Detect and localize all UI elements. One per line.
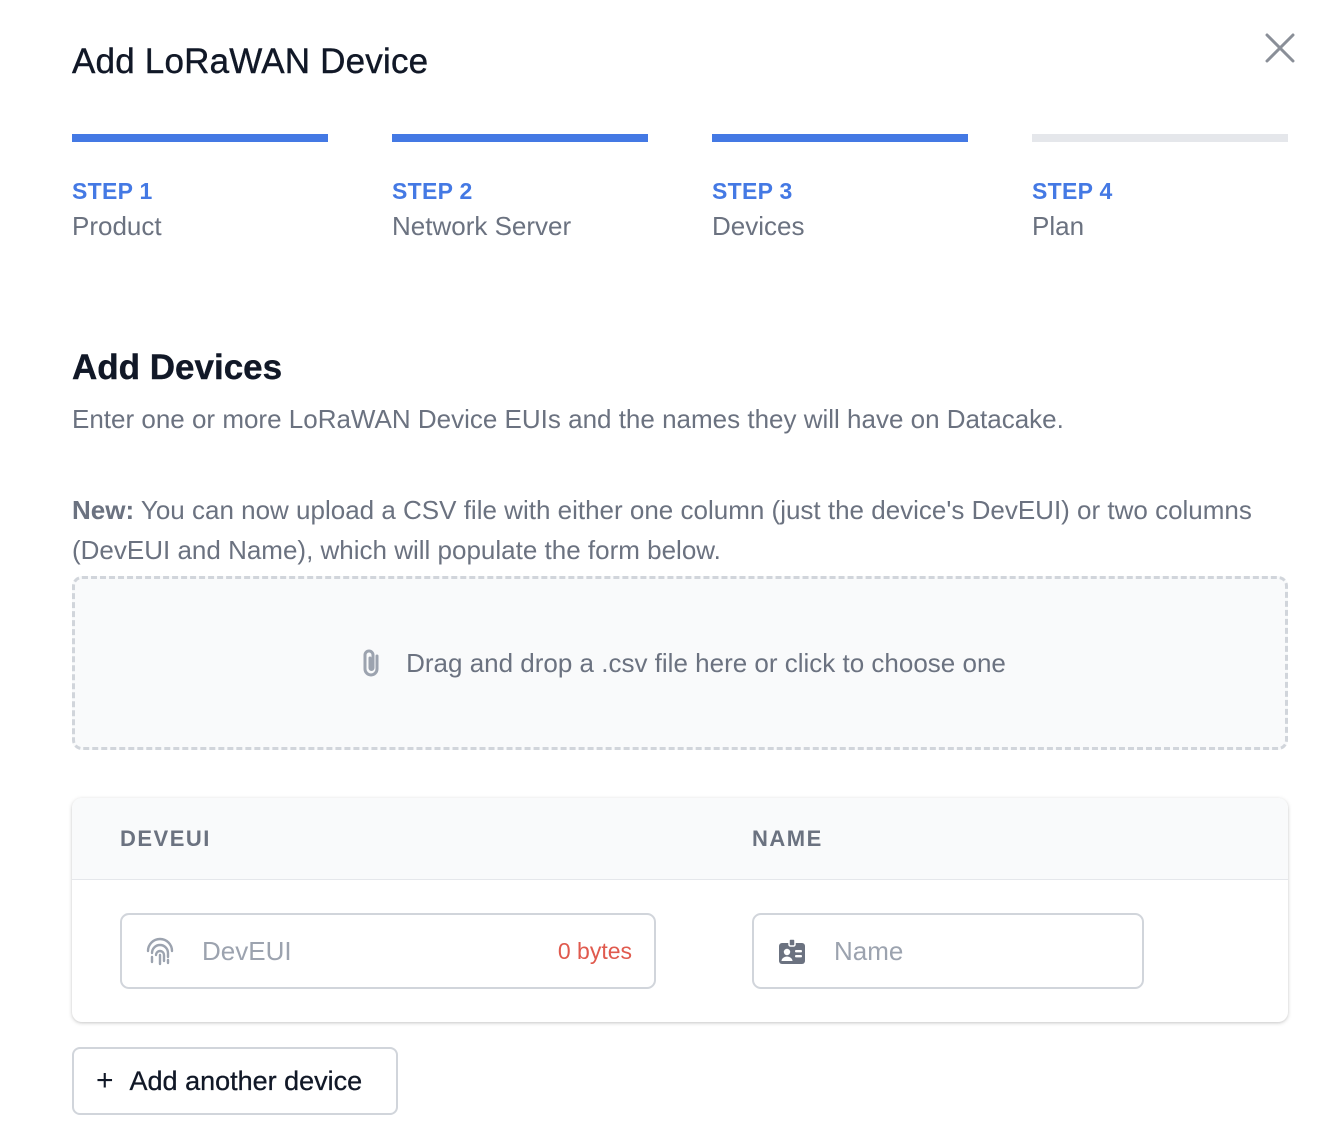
step-number: STEP 4 (1032, 178, 1113, 204)
id-badge-icon (779, 938, 805, 964)
step-number: STEP 1 (72, 178, 153, 204)
modal-title: Add LoRaWAN Device (72, 42, 429, 81)
step-devices[interactable]: STEP 3 Devices (712, 134, 968, 242)
column-header-name: NAME (752, 826, 823, 851)
add-device-modal: Add LoRaWAN Device STEP 1 Product STEP 2… (0, 0, 1331, 1126)
csv-dropzone[interactable]: Drag and drop a .csv file here or click … (72, 576, 1288, 750)
step-number: STEP 2 (392, 178, 473, 204)
table-header: DEVEUI NAME (72, 798, 1288, 880)
deveui-field[interactable]: 0 bytes (120, 913, 656, 989)
paperclip-icon (363, 649, 379, 677)
deveui-input[interactable] (202, 915, 542, 987)
stepper: STEP 1 Product STEP 2 Network Server STE… (72, 134, 1288, 254)
fingerprint-icon (146, 937, 174, 966)
note-label: New: (72, 495, 135, 525)
device-table: DEVEUI NAME 0 bytes (72, 798, 1288, 1022)
plus-icon: + (96, 1064, 114, 1097)
step-progress-bar (712, 134, 968, 142)
step-product[interactable]: STEP 1 Product (72, 134, 328, 242)
byte-count: 0 bytes (557, 938, 632, 964)
step-progress-bar (72, 134, 328, 142)
step-number: STEP 3 (712, 178, 793, 204)
add-button-label: Add another device (129, 1065, 363, 1096)
name-input[interactable] (834, 915, 1124, 987)
section-description: Enter one or more LoRaWAN Device EUIs an… (72, 404, 1064, 434)
close-button[interactable] (1258, 26, 1302, 70)
csv-upload-note: New: You can now upload a CSV file with … (72, 490, 1272, 570)
step-plan[interactable]: STEP 4 Plan (1032, 134, 1288, 242)
close-icon (1265, 33, 1295, 63)
dropzone-text: Drag and drop a .csv file here or click … (406, 647, 1006, 678)
column-header-deveui: DEVEUI (120, 826, 211, 851)
step-progress-bar (1032, 134, 1288, 142)
step-label: Plan (1032, 211, 1085, 241)
step-label: Devices (712, 211, 805, 241)
name-field[interactable] (752, 913, 1144, 989)
note-text: You can now upload a CSV file with eithe… (72, 495, 1252, 565)
add-another-device-button[interactable]: + Add another device (72, 1047, 398, 1115)
step-label: Product (72, 211, 162, 241)
section-title: Add Devices (72, 348, 283, 387)
step-network-server[interactable]: STEP 2 Network Server (392, 134, 648, 242)
step-progress-bar (392, 134, 648, 142)
step-label: Network Server (392, 211, 572, 241)
